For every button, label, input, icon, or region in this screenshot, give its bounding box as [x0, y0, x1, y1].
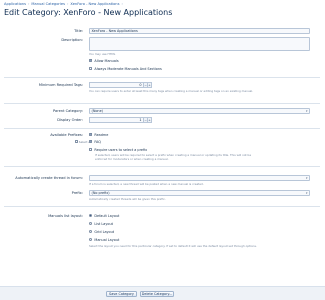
radio-unselected-icon [89, 221, 93, 226]
checkbox-unchecked-icon [89, 147, 93, 152]
min-tags-hint: You can require users to enter at least … [89, 89, 254, 93]
list-layout-label: Manuals list layout: [48, 214, 83, 218]
thread-prefix-value: (No prefix) [91, 190, 110, 195]
description-textarea[interactable] [89, 37, 310, 51]
delete-category-button[interactable]: Delete Category... [140, 291, 174, 297]
breadcrumb-item-manual-categories[interactable]: Manual Categories [31, 2, 65, 6]
category-form: Title: XenForo - New Applications Descri… [0, 20, 325, 286]
layout-manual-label: Manual Layout [94, 237, 120, 242]
description-label: Description: [61, 38, 83, 42]
prefix-faq-checkbox[interactable]: ✓ FAQ [89, 139, 101, 144]
parent-category-value: (None) [91, 108, 104, 113]
page-title: Edit Category: XenForo - New Application… [4, 8, 173, 17]
breadcrumb-item-category[interactable]: XenForo - New Applications [70, 2, 119, 6]
increment-icon[interactable]: + [148, 117, 152, 123]
checkbox-unchecked-icon [89, 66, 93, 71]
parent-category-select[interactable]: (None) ▾ [89, 108, 310, 114]
display-order-value[interactable]: 1 [89, 117, 144, 123]
parent-category-label: Parent Category: [52, 109, 83, 113]
list-layout-hint: Select the layout you need for this part… [89, 244, 257, 248]
layout-grid-radio[interactable]: Grid Layout [89, 229, 114, 234]
always-moderate-label: Always Moderate Manuals And Sections [94, 66, 162, 71]
radio-unselected-icon [89, 229, 93, 234]
breadcrumb-chevron-icon: › [27, 2, 30, 6]
breadcrumb-chevron-icon: › [121, 2, 123, 6]
breadcrumb: Applications › Manual Categories › XenFo… [4, 1, 125, 7]
divider [4, 206, 320, 207]
display-order-label: Display Order: [57, 118, 83, 122]
thread-prefix-hint: Automatically created threads will be gi… [89, 197, 166, 201]
checkbox-checked-icon: ✓ [89, 139, 93, 144]
auto-thread-hint: If a forum is selected, a new thread wil… [89, 182, 204, 186]
chevron-down-icon: ▾ [305, 175, 308, 180]
auto-thread-label: Automatically create thread in forum: [15, 176, 83, 180]
divider [4, 103, 320, 104]
increment-icon[interactable]: + [148, 82, 152, 88]
description-hint: You may use HTML [89, 52, 116, 56]
thread-prefix-label: Prefix: [71, 191, 83, 195]
auto-thread-forum-select[interactable]: ▾ [89, 175, 310, 181]
prefix-faq-label: FAQ [94, 139, 101, 144]
radio-selected-icon [89, 213, 93, 218]
checkbox-unchecked-icon [75, 140, 78, 143]
checkbox-checked-icon: ✓ [89, 132, 93, 137]
display-order-stepper: 1 − + [89, 117, 152, 123]
available-prefixes-label: Available Prefixes: [50, 133, 83, 137]
title-label: Title: [74, 29, 83, 33]
layout-grid-label: Grid Layout [94, 229, 115, 234]
allow-manuals-label: Allow Manuals [94, 58, 119, 63]
require-prefix-label: Require users to select a prefix [94, 147, 148, 152]
chevron-down-icon: ▾ [305, 190, 308, 195]
title-input[interactable]: XenForo - New Applications [89, 28, 310, 34]
divider [4, 166, 320, 167]
divider [4, 77, 320, 78]
min-tags-label: Minimum Required Tags: [38, 83, 83, 87]
breadcrumb-item-applications[interactable]: Applications [4, 2, 26, 6]
prefix-readme-label: Readme [94, 132, 109, 137]
layout-manual-radio[interactable]: Manual Layout [89, 237, 119, 242]
layout-list-radio[interactable]: List Layout [89, 221, 113, 226]
layout-list-label: List Layout [94, 221, 113, 226]
divider [4, 128, 320, 129]
breadcrumb-chevron-icon: › [66, 2, 69, 6]
always-moderate-checkbox[interactable]: Always Moderate Manuals And Sections [89, 66, 162, 71]
layout-default-label: Default Layout [94, 213, 120, 218]
chevron-down-icon: ▾ [305, 108, 308, 113]
prefix-readme-checkbox[interactable]: ✓ Readme [89, 132, 108, 137]
radio-unselected-icon [89, 237, 93, 242]
form-footer: Save Category Delete Category... [0, 286, 325, 300]
checkbox-checked-icon: ✓ [89, 58, 93, 63]
layout-default-radio[interactable]: Default Layout [89, 213, 119, 218]
thread-prefix-select[interactable]: (No prefix) ▾ [89, 190, 310, 196]
save-category-button[interactable]: Save Category [106, 291, 137, 297]
require-prefix-checkbox[interactable]: Require users to select a prefix [89, 147, 147, 152]
min-tags-value[interactable]: 0 [89, 82, 144, 88]
min-tags-stepper: 0 − + [89, 82, 152, 88]
require-prefix-hint-line-2: enforced for moderators or when creating… [95, 157, 169, 161]
allow-manuals-checkbox[interactable]: ✓ Allow Manuals [89, 58, 119, 63]
